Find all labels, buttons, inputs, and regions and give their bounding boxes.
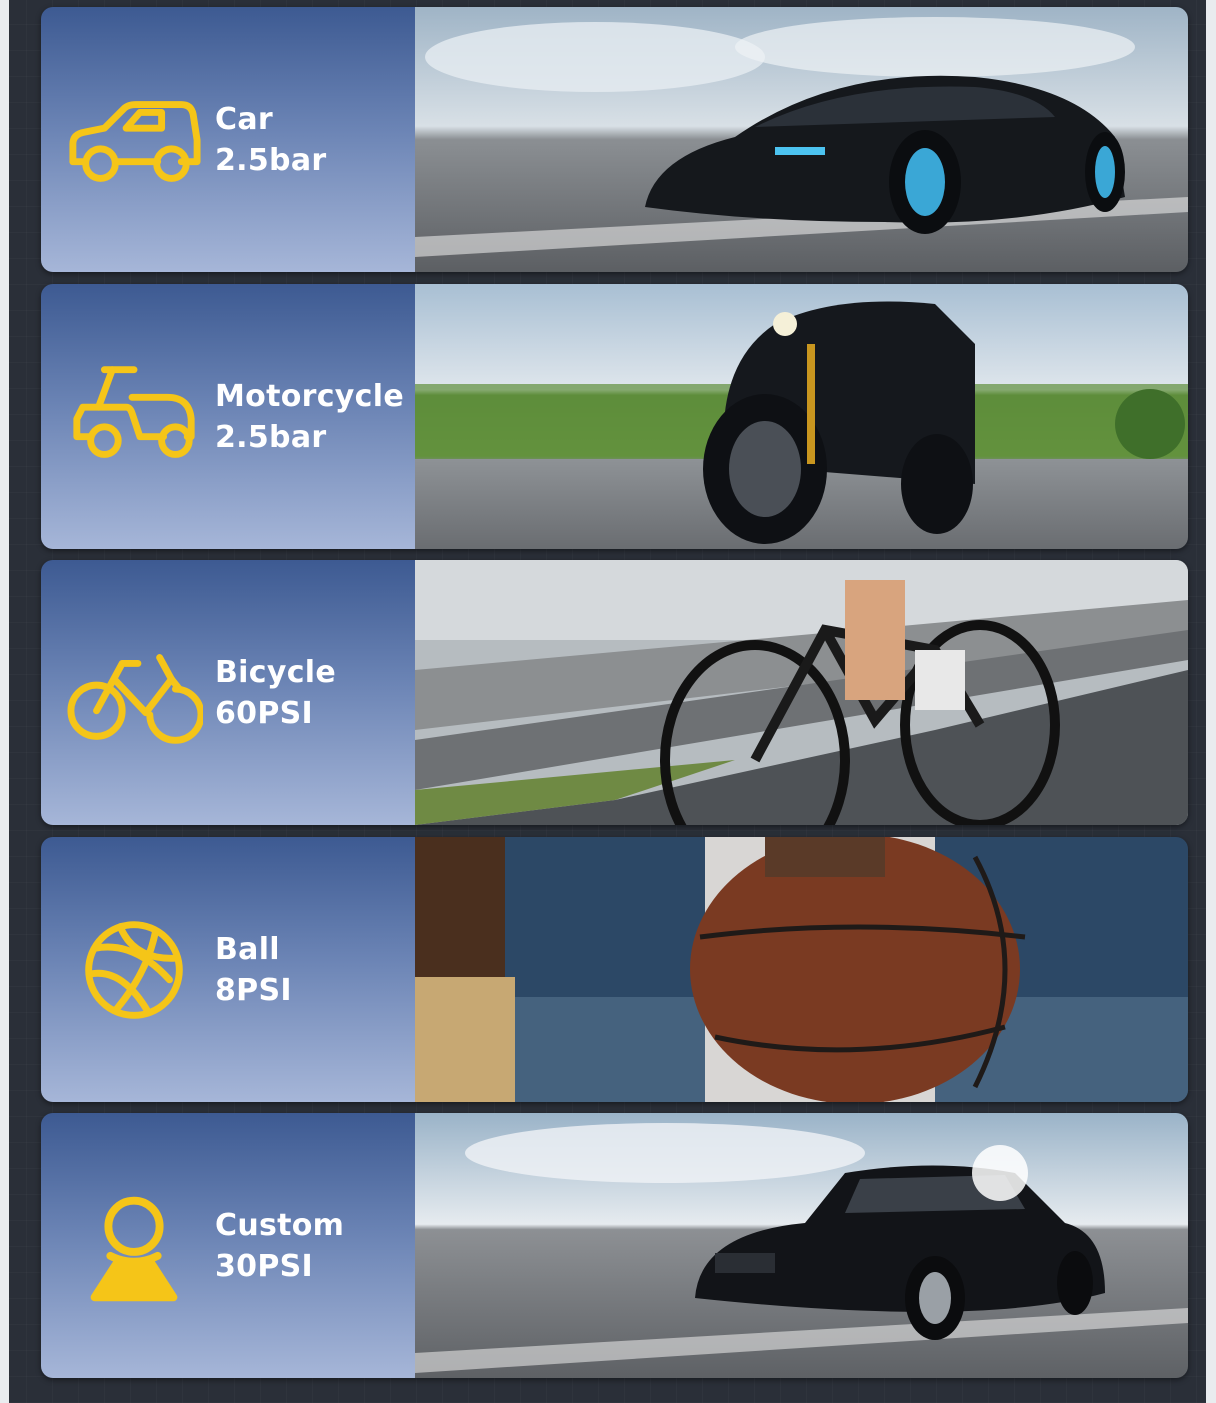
photo-motorcycle [415, 284, 1188, 549]
mode-name: Motorcycle [215, 378, 404, 414]
mode-panel: Bicycle 60PSI [41, 560, 415, 825]
mode-pressure: 2.5bar [215, 142, 327, 178]
mode-panel: Ball 8PSI [41, 837, 415, 1102]
mode-name: Car [215, 101, 273, 137]
photo-basketball [415, 837, 1188, 1102]
page-edge-left [0, 0, 9, 1403]
photo-bicycle [415, 560, 1188, 825]
mode-panel: Car 2.5bar [41, 7, 415, 272]
bicycle-icon [59, 628, 209, 758]
page-edge-right [1206, 0, 1216, 1403]
photo-sedan [415, 1113, 1188, 1378]
mode-card-bicycle: Bicycle 60PSI [41, 560, 1188, 825]
person-icon [59, 1181, 209, 1311]
mode-card-custom: Custom 30PSI [41, 1113, 1188, 1378]
mode-card-car: Car 2.5bar [41, 7, 1188, 272]
ball-icon [59, 905, 209, 1035]
mode-pressure: 30PSI [215, 1248, 314, 1284]
mode-pressure: 60PSI [215, 695, 314, 731]
mode-card-ball: Ball 8PSI [41, 837, 1188, 1102]
mode-pressure: 2.5bar [215, 419, 327, 455]
mode-name: Ball [215, 931, 280, 967]
mode-name: Bicycle [215, 654, 337, 690]
photo-sports-car [415, 7, 1188, 272]
car-icon [59, 75, 209, 205]
motorcycle-icon [59, 352, 209, 482]
mode-panel: Motorcycle 2.5bar [41, 284, 415, 549]
mode-name: Custom [215, 1207, 345, 1243]
mode-pressure: 8PSI [215, 972, 292, 1008]
mode-card-motorcycle: Motorcycle 2.5bar [41, 284, 1188, 549]
mode-panel: Custom 30PSI [41, 1113, 415, 1378]
